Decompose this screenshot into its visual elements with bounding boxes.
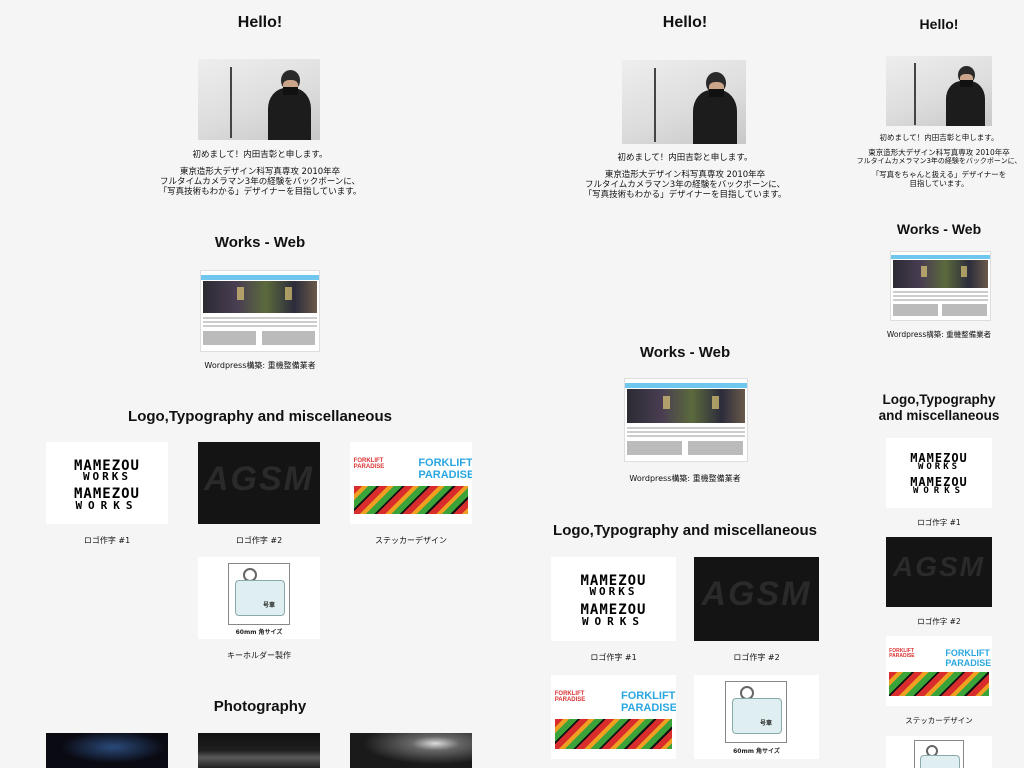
sticker-title-2: PARADISE <box>945 658 992 668</box>
logo-caption-1: ロゴ作字 #1 <box>590 653 637 662</box>
logo-caption-3: ステッカーデザイン <box>905 716 973 725</box>
intro-greeting: 初めまして！内田吉彰と申します。 <box>617 153 753 163</box>
profile-photo[interactable] <box>198 59 320 140</box>
mamezou-logo-line-2: WORKS <box>82 470 132 483</box>
sticker-repeat-text: FORKLIFT PARADISE <box>889 648 915 659</box>
hello-heading: Hello! <box>237 14 283 31</box>
logo-heading: Logo,Typography and miscellaneous <box>553 522 817 539</box>
profile-photo[interactable] <box>622 60 746 144</box>
sticker-repeat-text: FORKLIFT PARADISE <box>554 691 586 703</box>
sticker-title-1: FORKLIFT <box>621 690 676 702</box>
logo-heading: Logo,Typography and miscellaneous <box>128 408 392 425</box>
logo-thumb-mamezou[interactable]: MAMEZOU WORKS MAMEZOU WORKS <box>886 438 992 508</box>
intro-greeting: 初めまして！内田吉彰と申します。 <box>879 133 999 142</box>
sticker-repeat-text: FORKLIFT PARADISE <box>353 458 385 470</box>
mamezou-logo-line-4: WORKS <box>912 486 966 496</box>
sticker-title-2: PARADISE <box>621 702 676 714</box>
photo-thumb-1[interactable] <box>46 733 168 768</box>
key-size-label: 60mm 角サイズ <box>235 629 283 636</box>
web-work-thumbnail[interactable] <box>890 251 991 321</box>
intro-line-3: 「写真をちゃんと扱える」デザイナーを <box>871 170 1007 179</box>
keyholder-thumbnail[interactable]: 号車 60mm 角サイズ <box>694 675 819 759</box>
logo-caption-4: キーホルダー製作 <box>227 651 291 660</box>
key-size-label: 60mm 角サイズ <box>733 748 780 755</box>
works-web-heading: Works - Web <box>639 344 731 361</box>
web-work-caption: Wordpress構築: 重機整備業者 <box>629 474 741 483</box>
keyholder-thumbnail[interactable]: 号車 60mm 角サイズ <box>198 557 320 639</box>
intro-line-1: 東京造形大デザイン科写真専攻 2010年卒 <box>868 148 1010 157</box>
logo-caption-2: ロゴ作字 #2 <box>733 653 780 662</box>
intro-line-3: 「写真技術もわかる」デザイナーを目指しています。 <box>158 187 362 197</box>
mamezou-logo-line-2: WORKS <box>589 585 638 598</box>
photo-thumb-2[interactable] <box>198 733 320 768</box>
sticker-thumbnail[interactable]: FORKLIFT PARADISE FORKLIFT PARADISE <box>350 442 472 524</box>
web-work-caption: Wordpress構築: 重機整備業者 <box>886 330 992 339</box>
logo-thumb-agsm[interactable]: AGSM <box>198 442 320 524</box>
web-work-caption: Wordpress構築: 重機整備業者 <box>204 361 316 370</box>
hello-heading: Hello! <box>919 16 959 32</box>
photography-heading: Photography <box>213 698 307 715</box>
mamezou-logo-line-4: WORKS <box>581 615 646 628</box>
mamezou-logo-line-2: WORKS <box>917 462 961 472</box>
works-web-heading: Works - Web <box>214 234 306 251</box>
agsm-logo: AGSM <box>701 575 812 613</box>
key-label: 号車 <box>760 720 773 727</box>
logo-thumb-agsm[interactable]: AGSM <box>886 537 992 607</box>
agsm-logo: AGSM <box>204 460 314 498</box>
intro-line-3: 「写真技術もわかる」デザイナーを目指しています。 <box>583 190 787 200</box>
logo-heading-line-1: Logo,Typography <box>882 392 996 407</box>
logo-caption-2: ロゴ作字 #2 <box>917 617 961 626</box>
intro-line-4: 目指しています。 <box>909 179 969 188</box>
intro-line-2: フルタイムカメラマン3年の経験をバックボーンに、 <box>856 157 1022 165</box>
logo-caption-2: ロゴ作字 #2 <box>235 536 283 545</box>
hello-heading: Hello! <box>662 14 708 31</box>
logo-caption-3: ステッカーデザイン <box>375 536 447 545</box>
left-column: Hello! 初めまして！内田吉彰と申します。 東京造形大デザイン科写真専攻 2… <box>0 0 520 768</box>
sticker-thumbnail[interactable]: FORKLIFT PARADISE FORKLIFT PARADISE <box>886 636 992 706</box>
mamezou-logo-line-4: WORKS <box>75 499 139 512</box>
sticker-title-1: FORKLIFT <box>418 457 472 469</box>
sticker-title-2: PARADISE <box>418 469 472 481</box>
profile-photo[interactable] <box>886 56 992 126</box>
logo-thumb-agsm[interactable]: AGSM <box>694 557 819 641</box>
logo-thumb-mamezou[interactable]: MAMEZOU WORKS MAMEZOU WORKS <box>551 557 676 641</box>
agsm-logo: AGSM <box>893 551 985 582</box>
web-work-thumbnail[interactable] <box>624 378 748 462</box>
logo-heading-line-2: and miscellaneous <box>878 408 1000 423</box>
logo-caption-1: ロゴ作字 #1 <box>83 536 131 545</box>
middle-column: Hello! 初めまして！内田吉彰と申します。 東京造形大デザイン科写真専攻 2… <box>530 0 840 768</box>
sticker-thumbnail[interactable]: FORKLIFT PARADISE FORKLIFT PARADISE <box>551 675 676 759</box>
web-work-thumbnail[interactable] <box>200 270 320 352</box>
keyholder-thumbnail[interactable] <box>886 736 992 768</box>
right-column: Hello! 初めまして！内田吉彰と申します。 東京造形大デザイン科写真専攻 2… <box>854 0 1024 768</box>
logo-thumb-mamezou[interactable]: MAMEZOU WORKS MAMEZOU WORKS <box>46 442 168 524</box>
key-label: 号車 <box>263 602 276 609</box>
intro-greeting: 初めまして！内田吉彰と申します。 <box>192 150 328 160</box>
photo-thumb-3[interactable] <box>350 733 472 768</box>
logo-caption-1: ロゴ作字 #1 <box>917 518 961 527</box>
works-web-heading: Works - Web <box>896 221 982 237</box>
